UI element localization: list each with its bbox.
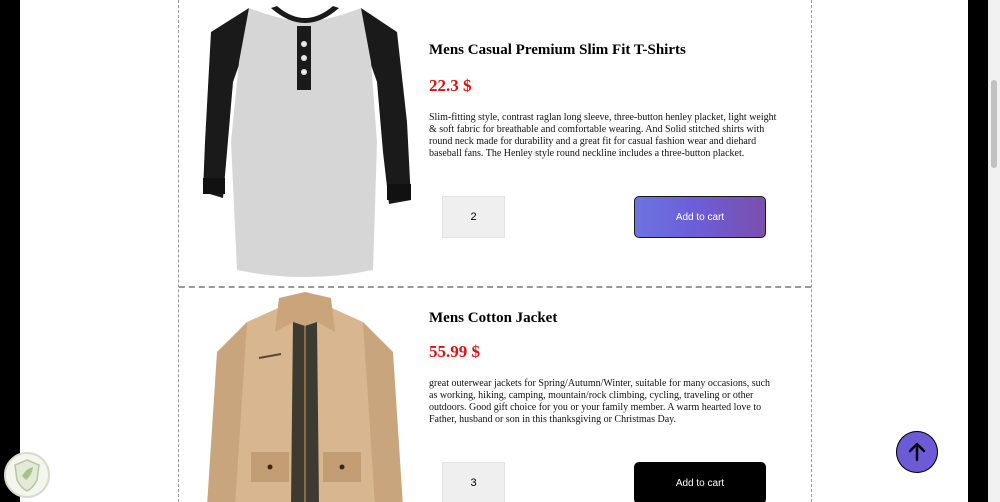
product-card: Mens Casual Premium Slim Fit T-Shirts 22…: [179, 0, 811, 288]
page-viewport: Mens Casual Premium Slim Fit T-Shirts 22…: [20, 0, 968, 502]
product-image-henley-shirt[interactable]: [201, 2, 415, 280]
add-to-cart-label: Add to cart: [675, 477, 725, 489]
product-price: 55.99 $: [429, 342, 480, 361]
add-to-cart-button[interactable]: Add to cart: [634, 462, 766, 502]
product-description: great outerwear jackets for Spring/Autum…: [429, 378, 771, 425]
quantity-input[interactable]: [442, 462, 505, 502]
add-to-cart-label: Add to cart: [675, 211, 725, 223]
arrow-up-icon: [908, 442, 926, 462]
page-scrollbar[interactable]: [988, 0, 1000, 502]
shield-leaf-icon: [4, 452, 50, 498]
scroll-to-top-button[interactable]: [896, 431, 938, 473]
product-title: Mens Casual Premium Slim Fit T-Shirts: [429, 42, 686, 58]
product-description: Slim-fitting style, contrast raglan long…: [429, 112, 777, 159]
add-to-cart-button[interactable]: Add to cart: [634, 196, 766, 238]
quantity-input[interactable]: [442, 196, 505, 238]
product-list: Mens Casual Premium Slim Fit T-Shirts 22…: [178, 0, 812, 502]
product-card: Mens Cotton Jacket 55.99 $ great outerwe…: [179, 288, 811, 502]
product-price: 22.3 $: [429, 76, 472, 95]
scrollbar-thumb[interactable]: [991, 80, 997, 168]
product-title: Mens Cotton Jacket: [429, 310, 558, 326]
product-image-cotton-jacket[interactable]: [207, 292, 403, 502]
